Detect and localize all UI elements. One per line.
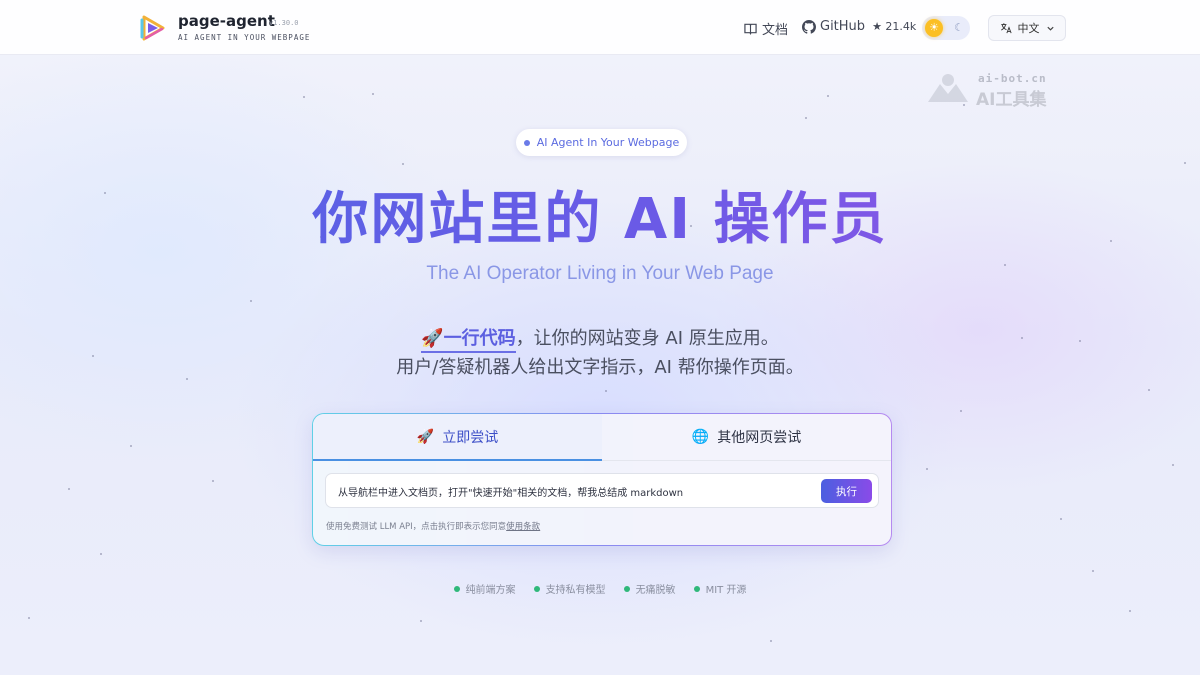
github-stars-count: ★ 21.4k bbox=[872, 20, 917, 33]
hero-title: 你网站里的 AI 操作员 bbox=[0, 184, 1200, 256]
page-agent-logo-icon[interactable] bbox=[138, 13, 168, 43]
pill-text: AI Agent In Your Webpage bbox=[536, 136, 680, 149]
tab-other-pages[interactable]: 🌐 其他网页尝试 bbox=[602, 414, 891, 461]
feature-label: MIT 开源 bbox=[705, 585, 747, 596]
moon-icon: ☾ bbox=[954, 21, 964, 34]
feature-item: 纯前端方案 bbox=[453, 581, 516, 596]
chevron-down-icon bbox=[1046, 26, 1054, 31]
rocket-icon: 🚀 bbox=[416, 428, 435, 445]
hero-description-line2: 用户/答疑机器人给出文字指示，AI 帮你操作页面。 bbox=[396, 357, 804, 378]
github-icon bbox=[802, 19, 816, 34]
top-navbar: page-agent v1.30.0 AI AGENT IN YOUR WEBP… bbox=[0, 0, 1200, 55]
tab-try-now-label: 立即尝试 bbox=[442, 429, 499, 446]
feature-dot-icon bbox=[453, 585, 460, 592]
hero-pill-badge: AI Agent In Your Webpage bbox=[516, 129, 687, 156]
watermark-domain: ai-bot.cn bbox=[978, 72, 1047, 85]
feature-label: 纯前端方案 bbox=[465, 585, 516, 596]
desc-line1-rest: ，让你的网站变身 AI 原生应用。 bbox=[515, 328, 779, 349]
brand-version: v1.30.0 bbox=[269, 19, 299, 27]
api-note-text: 使用免费测试 LLM API，点击执行即表示您同意 bbox=[326, 522, 507, 532]
book-icon bbox=[744, 23, 757, 35]
feature-dot-icon bbox=[623, 585, 630, 592]
feature-list: 纯前端方案 支持私有模型 无痛脱敏 MIT 开源 bbox=[0, 581, 1200, 596]
translate-icon bbox=[1000, 23, 1012, 34]
task-input[interactable]: 从导航栏中进入文档页，打开"快速开始"相关的文档，帮我总结成 markdown … bbox=[325, 473, 879, 508]
brand-tagline: AI AGENT IN YOUR WEBPAGE bbox=[178, 33, 311, 42]
feature-item: MIT 开源 bbox=[693, 581, 747, 596]
demo-card: 🚀 立即尝试 🌐 其他网页尝试 从导航栏中进入文档页，打开"快速开始"相关的文档… bbox=[312, 413, 892, 546]
task-input-value: 从导航栏中进入文档页，打开"快速开始"相关的文档，帮我总结成 markdown bbox=[338, 488, 684, 499]
api-usage-note: 使用免费测试 LLM API，点击执行即表示您同意使用条款 bbox=[326, 520, 540, 532]
feature-item: 支持私有模型 bbox=[533, 581, 606, 596]
watermark-logo-icon bbox=[928, 74, 968, 102]
language-select[interactable]: 中文 bbox=[988, 15, 1066, 41]
tab-other-pages-label: 其他网页尝试 bbox=[717, 430, 802, 446]
theme-toggle[interactable]: ☀ ☾ bbox=[922, 16, 970, 40]
hero-description-line1: 🚀一行代码，让你的网站变身 AI 原生应用。 bbox=[0, 324, 1200, 353]
nav-github-label: GitHub bbox=[820, 19, 866, 34]
tab-try-now[interactable]: 🚀 立即尝试 bbox=[313, 414, 602, 461]
feature-item: 无痛脱敏 bbox=[623, 581, 676, 596]
sun-icon: ☀ bbox=[925, 19, 943, 37]
pill-dot-icon bbox=[523, 139, 530, 146]
nav-docs-label: 文档 bbox=[762, 23, 789, 38]
feature-dot-icon bbox=[533, 585, 540, 592]
terms-of-use-link[interactable]: 使用条款 bbox=[506, 522, 540, 532]
feature-label: 支持私有模型 bbox=[545, 585, 606, 596]
hero-subtitle: The AI Operator Living in Your Web Page bbox=[426, 263, 774, 284]
nav-github-link[interactable]: GitHub ★ 21.4k bbox=[802, 19, 916, 34]
globe-icon: 🌐 bbox=[691, 429, 710, 445]
run-button[interactable]: 执行 bbox=[821, 479, 872, 503]
watermark-name: AI工具集 bbox=[976, 90, 1047, 110]
nav-docs-link[interactable]: 文档 bbox=[744, 19, 788, 38]
one-line-code-highlight: 🚀一行代码 bbox=[421, 328, 516, 353]
feature-dot-icon bbox=[693, 585, 700, 592]
brand-name[interactable]: page-agent bbox=[178, 12, 275, 30]
language-label: 中文 bbox=[1017, 22, 1040, 35]
feature-label: 无痛脱敏 bbox=[635, 585, 676, 596]
